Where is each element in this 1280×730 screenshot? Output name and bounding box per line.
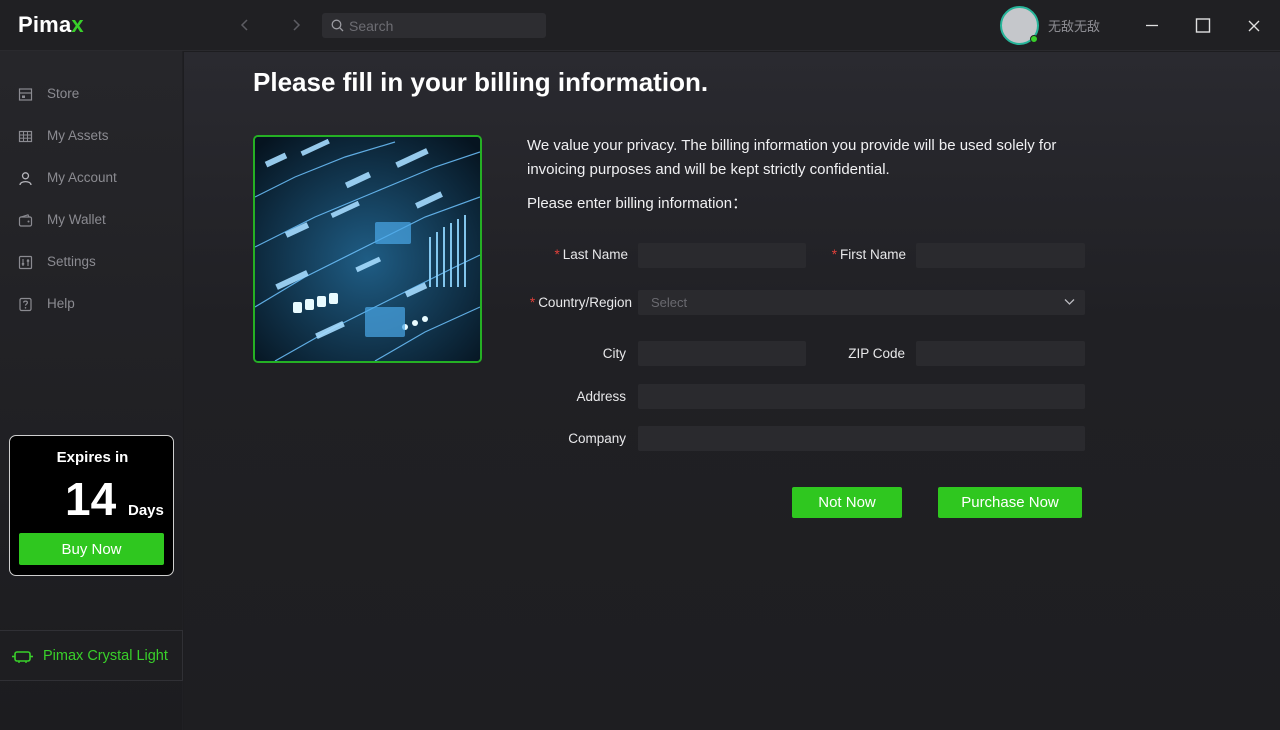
store-icon — [18, 88, 33, 101]
address-field[interactable] — [638, 384, 1085, 409]
required-marker: * — [554, 247, 560, 262]
required-marker: * — [529, 295, 536, 310]
first-name-field[interactable] — [916, 243, 1085, 268]
search-box — [322, 13, 546, 38]
vr-headset-icon — [12, 651, 33, 663]
help-icon — [19, 297, 32, 312]
sidebar-item-settings[interactable]: Settings — [0, 243, 183, 281]
logo-accent: x — [71, 12, 84, 37]
chevron-left-icon — [240, 19, 248, 31]
required-marker: * — [831, 247, 837, 262]
wallet-icon — [18, 214, 33, 227]
sliders-icon — [18, 255, 33, 270]
country-label: * Country/Region — [530, 295, 632, 310]
sidebar-item-label: Help — [47, 296, 75, 311]
online-status-dot — [1030, 35, 1038, 43]
city-field[interactable] — [638, 341, 806, 366]
trial-expiry-card: Expires in 14 Days Buy Now — [9, 435, 174, 576]
days-remaining: 14 — [65, 473, 117, 525]
city-label: City — [602, 346, 626, 361]
maximize-button[interactable] — [1189, 12, 1217, 40]
sidebar: Store My Assets My Account My Wallet Set… — [0, 51, 183, 730]
country-select[interactable]: Select — [638, 290, 1085, 315]
company-label: Company — [568, 431, 626, 446]
search-icon — [331, 19, 344, 32]
pimax-logo: Pimax — [18, 12, 84, 38]
back-button[interactable] — [234, 14, 256, 36]
address-label: Address — [576, 389, 626, 404]
days-unit: Days — [128, 502, 164, 519]
privacy-notice: We value your privacy. The billing infor… — [527, 137, 1057, 178]
first-name-label-text: First Name — [839, 247, 906, 262]
sidebar-item-label: Settings — [47, 254, 96, 269]
expires-title: Expires in — [56, 449, 129, 466]
sidebar-item-my-account[interactable]: My Account — [0, 159, 183, 197]
sidebar-item-label: My Account — [47, 170, 117, 185]
sidebar-item-label: Store — [47, 86, 80, 101]
zip-code-field[interactable] — [916, 341, 1085, 366]
zip-code-label: ZIP Code — [848, 346, 905, 361]
company-field[interactable] — [638, 426, 1085, 451]
device-panel[interactable]: Pimax Crystal Light — [0, 630, 183, 681]
grid-icon — [18, 130, 33, 143]
close-icon — [1248, 20, 1260, 32]
title-bar: Pimax 无敌无敌 — [0, 0, 1280, 51]
logo-text: Pima — [18, 12, 72, 37]
page-title: Please fill in your billing information. — [253, 67, 709, 97]
buy-now-button[interactable]: Buy Now — [19, 533, 164, 565]
avatar[interactable] — [1000, 6, 1039, 45]
maximize-icon — [1195, 18, 1211, 33]
device-name: Pimax Crystal Light — [43, 648, 168, 664]
minimize-icon — [1146, 24, 1158, 27]
country-placeholder: Select — [651, 295, 688, 310]
billing-page: Please fill in your billing information. — [184, 52, 1280, 730]
forward-button[interactable] — [285, 14, 307, 36]
close-button[interactable] — [1240, 12, 1268, 40]
user-icon — [19, 172, 32, 186]
first-name-label: * First Name — [832, 247, 906, 262]
sidebar-item-label: My Wallet — [47, 212, 106, 227]
last-name-label: * Last Name — [554, 247, 628, 262]
circuit-board-image — [253, 135, 482, 363]
billing-prompt: Please enter billing information： — [527, 195, 748, 212]
search-input[interactable] — [349, 13, 539, 38]
sidebar-item-label: My Assets — [47, 128, 109, 143]
not-now-button[interactable]: Not Now — [792, 487, 902, 518]
country-label-text: Country/Region — [538, 295, 632, 310]
chevron-right-icon — [293, 19, 301, 31]
sidebar-item-my-wallet[interactable]: My Wallet — [0, 201, 183, 239]
sidebar-item-my-assets[interactable]: My Assets — [0, 117, 183, 155]
last-name-label-text: Last Name — [562, 247, 628, 262]
sidebar-item-help[interactable]: Help — [0, 285, 183, 323]
username[interactable]: 无敌无敌 — [1048, 16, 1100, 35]
sidebar-item-store[interactable]: Store — [0, 75, 183, 113]
chevron-down-icon — [1064, 299, 1075, 305]
purchase-now-button[interactable]: Purchase Now — [938, 487, 1082, 518]
last-name-field[interactable] — [638, 243, 806, 268]
circuit-board-illustration — [255, 137, 480, 361]
minimize-button[interactable] — [1138, 12, 1166, 40]
